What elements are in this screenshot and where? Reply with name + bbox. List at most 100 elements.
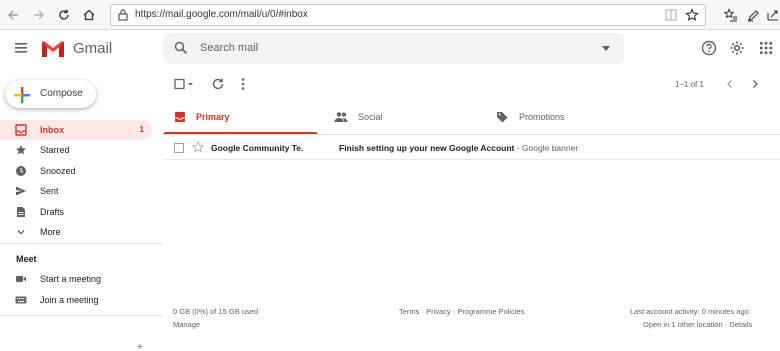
apps-grid-icon <box>760 42 772 54</box>
start-meeting-item[interactable]: Start a meeting <box>0 269 152 289</box>
share-button[interactable] <box>764 6 780 24</box>
tab-label: Promotions <box>519 112 565 122</box>
compose-plus-icon <box>14 87 31 104</box>
chevron-down-icon <box>14 225 28 239</box>
row-checkbox[interactable] <box>174 143 184 153</box>
sidebar-item-sent[interactable]: Sent <box>0 181 152 201</box>
policy-links[interactable]: Terms · Privacy · Programme Policies <box>399 307 524 316</box>
sidebar-item-snoozed[interactable]: Snoozed <box>0 161 152 181</box>
sidebar-item-label: Starred <box>40 145 70 155</box>
checkbox-icon <box>174 78 193 90</box>
unread-count: 1 <box>139 125 144 134</box>
search-options-icon[interactable] <box>602 46 610 51</box>
tabs-divider <box>163 134 780 135</box>
manage-storage-link[interactable]: Manage <box>173 320 200 329</box>
more-actions-button[interactable] <box>236 76 250 92</box>
sidebar-item-label: More <box>40 227 61 237</box>
browser-toolbar: https://mail.google.com/mail/u/0/#inbox <box>0 0 780 30</box>
sidebar-item-drafts[interactable]: Drafts <box>0 202 152 222</box>
older-button[interactable] <box>748 76 762 92</box>
details-link[interactable]: Open in 1 other location · Details <box>643 320 752 329</box>
search-input[interactable]: Search mail <box>200 42 258 54</box>
url-text: https://mail.google.com/mail/u/0/#inbox <box>135 9 308 20</box>
video-icon <box>14 272 28 286</box>
reload-icon <box>59 9 69 20</box>
favorites-button[interactable] <box>722 6 740 24</box>
home-icon <box>83 9 95 21</box>
tab-primary[interactable]: Primary <box>163 101 318 135</box>
inbox-icon <box>14 123 28 137</box>
meet-section-title: Meet <box>16 254 37 264</box>
newer-button[interactable] <box>723 76 737 92</box>
address-bar[interactable]: https://mail.google.com/mail/u/0/#inbox <box>110 4 706 26</box>
people-icon <box>334 110 348 124</box>
sidebar-item-label: Snoozed <box>40 166 76 176</box>
refresh-icon <box>212 78 224 90</box>
favorite-star-icon[interactable] <box>685 8 699 22</box>
inbox-icon <box>173 110 187 124</box>
pen-button[interactable] <box>744 6 762 24</box>
reader-view-icon[interactable] <box>665 9 677 21</box>
gear-icon <box>730 41 744 55</box>
compose-label: Compose <box>40 88 83 99</box>
tab-label: Social <box>358 112 383 122</box>
sidebar-divider <box>0 243 163 244</box>
favorites-list-icon <box>724 8 737 22</box>
sidebar-item-label: Inbox <box>40 125 64 135</box>
subject-separator: - <box>514 143 522 153</box>
sidebar-item-label: Sent <box>40 186 59 196</box>
tab-label: Primary <box>196 112 230 122</box>
forward-button[interactable] <box>30 6 48 24</box>
message-subject-line: Finish setting up your new Google Accoun… <box>339 143 578 153</box>
join-meeting-item[interactable]: Join a meeting <box>0 290 152 310</box>
reload-button[interactable] <box>55 6 73 24</box>
sidebar-item-starred[interactable]: Starred <box>0 140 152 160</box>
table-row[interactable]: Google Community Te. Finish setting up y… <box>163 136 780 160</box>
add-icon[interactable]: + <box>137 342 143 351</box>
back-button[interactable] <box>4 6 22 24</box>
select-checkbox[interactable] <box>174 76 196 92</box>
sidebar-item-label: Start a meeting <box>40 274 102 284</box>
back-arrow-icon <box>8 10 18 20</box>
pen-icon <box>748 10 759 22</box>
gmail-m-icon <box>42 41 64 57</box>
compose-button[interactable]: Compose <box>5 80 96 108</box>
star-icon <box>14 143 28 157</box>
gmail-brand-text: Gmail <box>73 40 113 57</box>
support-button[interactable] <box>701 40 717 56</box>
forward-arrow-icon <box>34 10 44 20</box>
help-icon <box>701 40 717 56</box>
sidebar-item-more[interactable]: More <box>0 222 152 242</box>
send-icon <box>14 184 28 198</box>
gmail-logo[interactable] <box>40 39 66 59</box>
main-menu-button[interactable] <box>14 41 30 55</box>
draft-icon <box>14 205 28 219</box>
tag-icon <box>495 110 509 124</box>
keyboard-icon <box>14 293 28 307</box>
last-activity-text: Last account activity: 0 minutes ago <box>630 307 749 316</box>
search-icon[interactable] <box>174 41 188 55</box>
chevron-left-icon <box>727 80 732 88</box>
clock-icon <box>14 164 28 178</box>
message-subject: Finish setting up your new Google Accoun… <box>339 143 515 153</box>
hamburger-menu-icon <box>15 43 27 53</box>
message-snippet: Google banner <box>521 143 579 153</box>
sidebar-item-label: Drafts <box>40 207 65 217</box>
lock-icon <box>118 9 128 21</box>
more-vert-icon <box>241 78 245 90</box>
home-button[interactable] <box>80 6 98 24</box>
sidebar-divider <box>0 315 163 316</box>
search-bar[interactable]: Search mail <box>163 33 624 64</box>
storage-usage: 0 GB (0%) of 15 GB used <box>173 307 259 316</box>
star-toggle-icon[interactable] <box>192 141 204 153</box>
tab-promotions[interactable]: Promotions <box>481 101 641 134</box>
settings-button[interactable] <box>729 40 745 56</box>
apps-button[interactable] <box>758 40 774 56</box>
refresh-button[interactable] <box>210 76 226 92</box>
sidebar-item-label: Join a meeting <box>40 295 99 305</box>
share-icon <box>767 10 778 21</box>
chevron-right-icon <box>753 80 758 88</box>
sidebar-item-inbox[interactable]: Inbox 1 <box>0 120 152 140</box>
message-sender: Google Community Te. <box>211 143 304 153</box>
tab-social[interactable]: Social <box>322 101 477 134</box>
